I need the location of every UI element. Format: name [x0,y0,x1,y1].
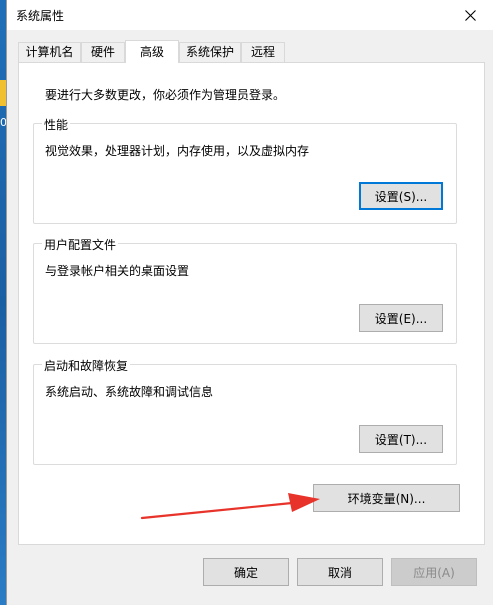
performance-title: 性能 [42,116,71,133]
startup-recovery-title: 启动和故障恢复 [42,357,131,374]
tab-hardware[interactable]: 硬件 [81,42,125,62]
user-profiles-title: 用户配置文件 [42,236,119,253]
close-icon [464,9,476,21]
performance-group: 性能 视觉效果，处理器计划，内存使用，以及虚拟内存 设置(S)... [33,116,457,224]
tab-system-protection[interactable]: 系统保护 [179,42,241,62]
user-profiles-desc: 与登录帐户相关的桌面设置 [45,264,190,278]
user-profiles-group: 用户配置文件 与登录帐户相关的桌面设置 设置(E)... [33,236,457,344]
close-button[interactable] [447,0,493,30]
user-profiles-settings-button[interactable]: 设置(E)... [359,304,443,332]
performance-settings-button[interactable]: 设置(S)... [359,182,443,210]
apply-button[interactable]: 应用(A) [391,558,477,586]
window-title: 系统属性 [16,9,65,23]
performance-desc: 视觉效果，处理器计划，内存使用，以及虚拟内存 [45,144,310,158]
advanced-tab-panel: 要进行大多数更改，你必须作为管理员登录。 性能 视觉效果，处理器计划，内存使用，… [18,62,485,545]
environment-variables-button[interactable]: 环境变量(N)... [313,484,460,512]
tab-advanced[interactable]: 高级 [125,40,179,63]
system-properties-dialog: 系统属性 计算机名 硬件 高级 系统保护 远程 要进行大多数更改，你必须作为管理… [6,0,493,605]
cancel-button[interactable]: 取消 [297,558,383,586]
startup-recovery-settings-button[interactable]: 设置(T)... [359,425,443,453]
startup-recovery-desc: 系统启动、系统故障和调试信息 [45,385,214,399]
admin-notice: 要进行大多数更改，你必须作为管理员登录。 [45,88,286,102]
tab-remote[interactable]: 远程 [241,42,285,62]
ok-button[interactable]: 确定 [203,558,289,586]
startup-recovery-group: 启动和故障恢复 系统启动、系统故障和调试信息 设置(T)... [33,357,457,465]
tab-computer-name[interactable]: 计算机名 [18,42,81,62]
title-bar[interactable]: 系统属性 [7,0,493,30]
